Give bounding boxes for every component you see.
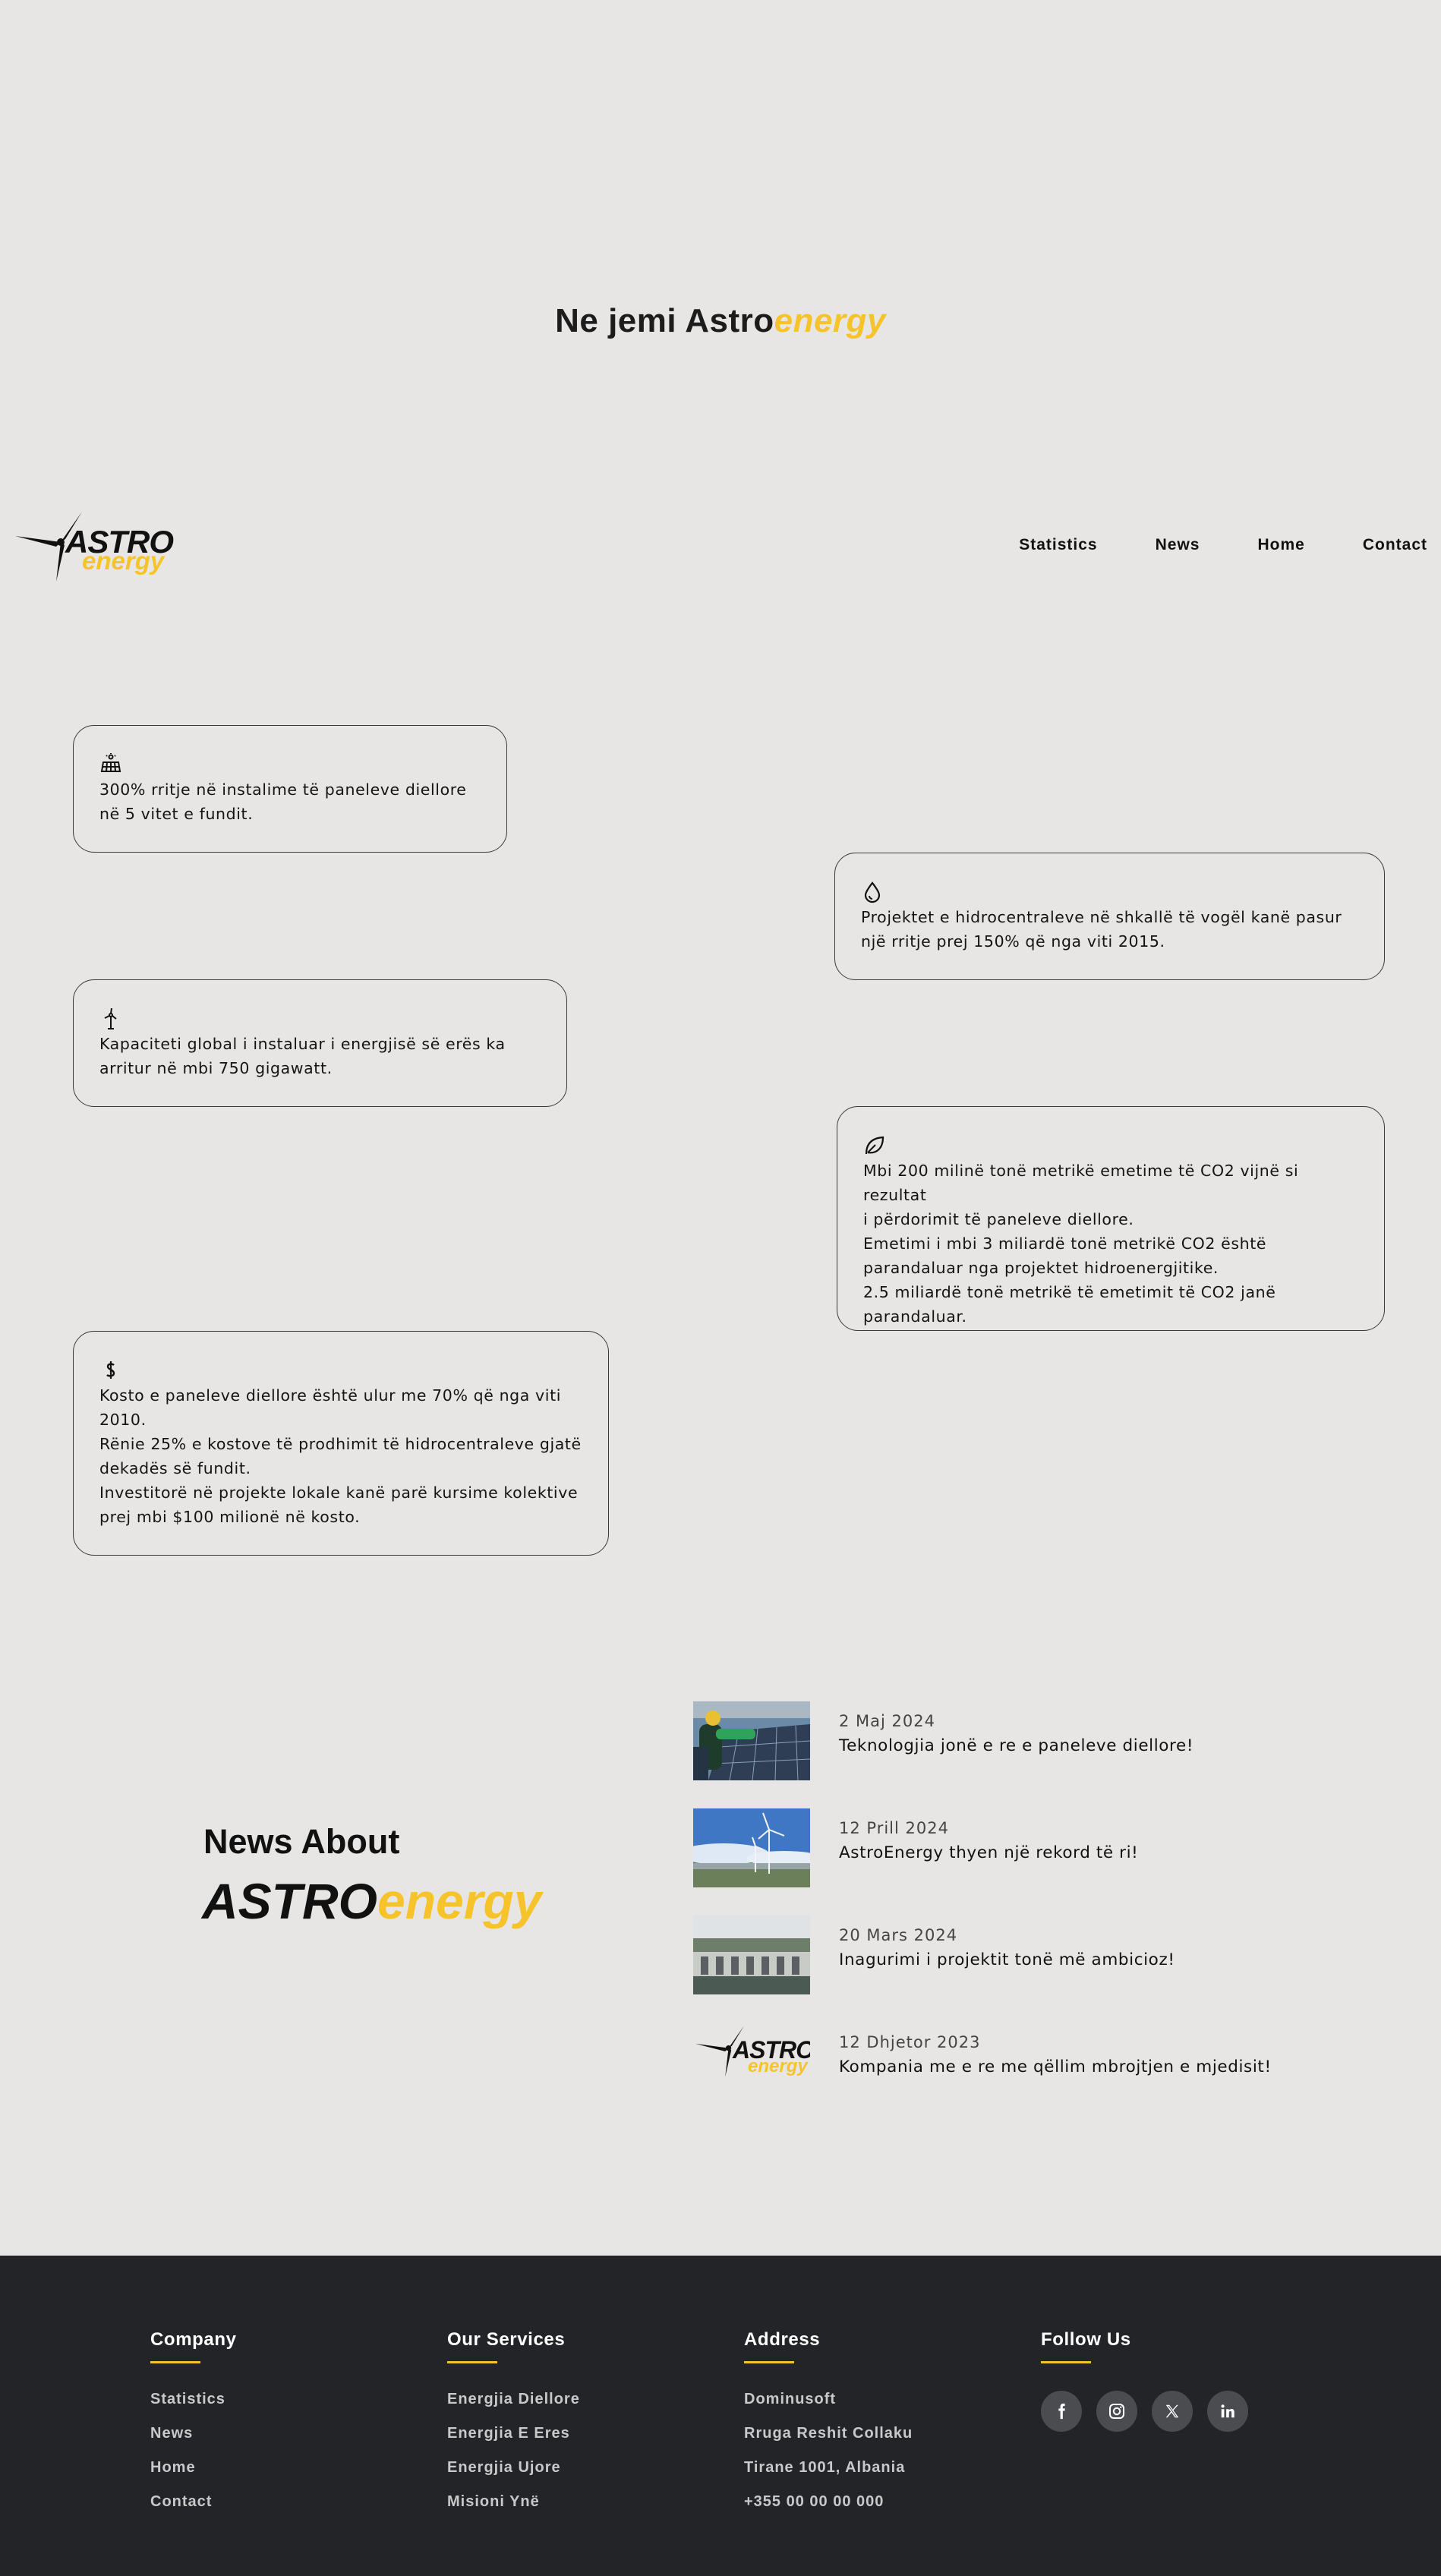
stat-line: prej mbi $100 milionë në kosto. bbox=[99, 1508, 361, 1526]
news-date: 20 Mars 2024 bbox=[839, 1926, 958, 1944]
footer-divider bbox=[1041, 2361, 1091, 2363]
nav-contact[interactable]: Contact bbox=[1363, 536, 1427, 554]
hero-title: Ne jemi Astroenergy bbox=[0, 302, 1441, 340]
footer-company-title: Company bbox=[150, 2329, 237, 2350]
facebook-icon[interactable] bbox=[1041, 2391, 1082, 2432]
footer-company: Company Statistics News Home Contact bbox=[150, 2329, 401, 2527]
footer-link-home[interactable]: Home bbox=[150, 2459, 401, 2477]
stat-line: 2.5 miliardë tonë metrikë të emetimit të… bbox=[863, 1283, 1276, 1301]
stat-line: Kosto e paneleve diellore është ulur me … bbox=[99, 1386, 562, 1405]
stat-line: Rënie 25% e kostove të prodhimit të hidr… bbox=[99, 1435, 582, 1453]
footer-link-solar[interactable]: Energjia Diellore bbox=[447, 2391, 698, 2408]
solar-panel-icon bbox=[100, 753, 121, 772]
main-nav: Statistics News Home Contact bbox=[961, 536, 1427, 554]
stat-line: Projektet e hidrocentraleve në shkallë t… bbox=[861, 908, 1342, 926]
news-brand-astro: ASTRO bbox=[202, 1873, 377, 1929]
hero-title-prefix: Ne jemi Astro bbox=[555, 302, 774, 339]
news-title[interactable]: AstroEnergy thyen një rekord të ri! bbox=[839, 1843, 1138, 1862]
stat-card-wind: Kapaciteti global i instaluar i energjis… bbox=[73, 979, 567, 1107]
news-item[interactable]: 20 Mars 2024 Inagurimi i projektit tonë … bbox=[693, 1915, 1376, 1994]
footer-services: Our Services Energjia Diellore Energjia … bbox=[447, 2329, 698, 2527]
news-title[interactable]: Kompania me e re me qëllim mbrojtjen e m… bbox=[839, 2057, 1272, 2076]
news-brand-energy: energy bbox=[377, 1873, 542, 1929]
footer-divider bbox=[150, 2361, 200, 2363]
stat-card-solar: 300% rritje në instalime të paneleve die… bbox=[73, 725, 507, 853]
linkedin-icon[interactable] bbox=[1207, 2391, 1248, 2432]
stat-line: Kapaciteti global i instaluar i energjis… bbox=[99, 1035, 506, 1053]
news-item[interactable]: ASTRO energy 12 Dhjetor 2023 Kompania me… bbox=[693, 2023, 1376, 2101]
stat-line: Investitorë në projekte lokale kanë parë… bbox=[99, 1483, 579, 1502]
footer-services-title: Our Services bbox=[447, 2329, 566, 2350]
footer: Company Statistics News Home Contact Our… bbox=[0, 2256, 1441, 2576]
hero-title-accent: energy bbox=[774, 302, 886, 339]
address-city: Tirane 1001, Albania bbox=[744, 2459, 906, 2476]
stat-line: 2010. bbox=[99, 1411, 147, 1429]
news-title[interactable]: Teknologjia jonë e re e paneleve diellor… bbox=[839, 1736, 1193, 1755]
stat-line: parandaluar nga projektet hidroenergjiti… bbox=[863, 1259, 1219, 1277]
footer-link-news[interactable]: News bbox=[150, 2425, 401, 2442]
header-logo[interactable]: ASTRO energy bbox=[12, 509, 174, 585]
news-item[interactable]: 2 Maj 2024 Teknologjia jonë e re e panel… bbox=[693, 1701, 1376, 1780]
stat-line: një rritje prej 150% që nga viti 2015. bbox=[861, 932, 1165, 951]
stat-line: dekadës së fundit. bbox=[99, 1459, 251, 1477]
water-drop-icon bbox=[864, 881, 881, 903]
news-thumbnail-logo: ASTRO energy bbox=[693, 2023, 810, 2101]
stat-card-co2: Mbi 200 milinë tonë metrikë emetime të C… bbox=[837, 1106, 1385, 1331]
news-thumbnail-hydro bbox=[693, 1915, 810, 1994]
news-title[interactable]: Inagurimi i projektit tonë më ambicioz! bbox=[839, 1950, 1175, 1969]
address-street: Rruga Reshit Collaku bbox=[744, 2425, 913, 2442]
news-date: 12 Dhjetor 2023 bbox=[839, 2033, 981, 2051]
footer-link-contact[interactable]: Contact bbox=[150, 2493, 401, 2511]
news-date: 2 Maj 2024 bbox=[839, 1712, 935, 1730]
footer-link-statistics[interactable]: Statistics bbox=[150, 2391, 401, 2408]
news-heading: News About bbox=[203, 1822, 400, 1861]
stat-line: në 5 vitet e fundit. bbox=[99, 805, 254, 823]
stat-line: arritur në mbi 750 gigawatt. bbox=[99, 1059, 333, 1077]
dollar-icon bbox=[106, 1361, 115, 1379]
stat-line: 300% rritje në instalime të paneleve die… bbox=[99, 780, 467, 799]
stat-line: parandaluar. bbox=[863, 1307, 967, 1326]
news-item[interactable]: 12 Prill 2024 AstroEnergy thyen një reko… bbox=[693, 1808, 1376, 1887]
stat-line: i përdorimit të paneleve diellore. bbox=[863, 1210, 1134, 1228]
x-icon[interactable] bbox=[1152, 2391, 1193, 2432]
footer-link-mission[interactable]: Misioni Ynë bbox=[447, 2493, 698, 2511]
footer-link-wind[interactable]: Energjia E Eres bbox=[447, 2425, 698, 2442]
social-links bbox=[1041, 2391, 1291, 2432]
stat-card-hydro: Projektet e hidrocentraleve në shkallë t… bbox=[834, 853, 1385, 980]
news-thumbnail-solar bbox=[693, 1701, 810, 1780]
stat-line: Emetimi i mbi 3 miliardë tonë metrikë CO… bbox=[863, 1234, 1267, 1253]
stat-line: Mbi 200 milinë tonë metrikë emetime të C… bbox=[863, 1162, 1299, 1204]
news-brand: ASTROenergy bbox=[202, 1872, 541, 1930]
news-thumbnail-wind bbox=[693, 1808, 810, 1887]
footer-divider bbox=[744, 2361, 794, 2363]
address-phone: +355 00 00 00 000 bbox=[744, 2493, 884, 2510]
nav-home[interactable]: Home bbox=[1257, 536, 1304, 554]
wind-turbine-icon bbox=[104, 1007, 117, 1029]
leaf-icon bbox=[865, 1136, 884, 1155]
nav-news[interactable]: News bbox=[1156, 536, 1200, 554]
nav-statistics[interactable]: Statistics bbox=[1019, 536, 1097, 554]
footer-address: Address Dominusoft Rruga Reshit Collaku … bbox=[744, 2329, 995, 2527]
footer-follow: Follow Us bbox=[1041, 2329, 1291, 2432]
address-company: Dominusoft bbox=[744, 2391, 837, 2407]
footer-address-title: Address bbox=[744, 2329, 821, 2350]
logo-energy-text: energy bbox=[82, 547, 165, 575]
thumb-logo-energy: energy bbox=[748, 2056, 808, 2076]
footer-link-hydro[interactable]: Energjia Ujore bbox=[447, 2459, 698, 2477]
footer-follow-title: Follow Us bbox=[1041, 2329, 1131, 2350]
instagram-icon[interactable] bbox=[1096, 2391, 1137, 2432]
footer-divider bbox=[447, 2361, 497, 2363]
stat-card-cost: Kosto e paneleve diellore është ulur me … bbox=[73, 1331, 609, 1556]
news-date: 12 Prill 2024 bbox=[839, 1819, 949, 1837]
